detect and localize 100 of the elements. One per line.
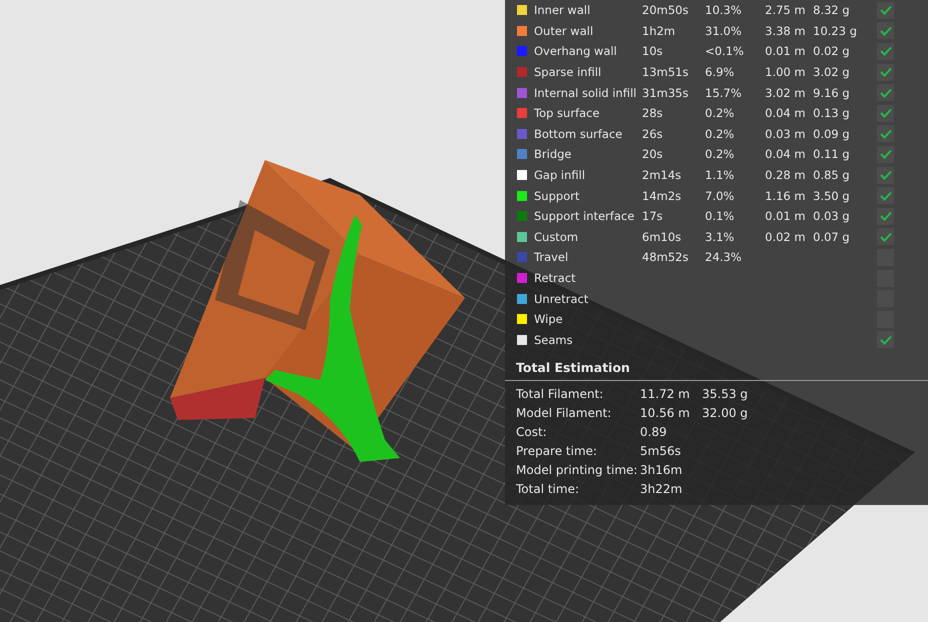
- feature-name: Gap infill: [534, 168, 586, 182]
- check-icon: [880, 170, 892, 180]
- percent-value: 0.2%: [705, 106, 736, 120]
- stat-label: Prepare time:: [516, 444, 598, 458]
- time-value: 20m50s: [642, 3, 690, 18]
- check-icon: [880, 46, 892, 56]
- weight-value: 0.09 g: [813, 126, 851, 141]
- check-icon: [880, 26, 892, 36]
- stat-label: Model printing time:: [516, 462, 639, 477]
- percent-value: 10.3%: [705, 3, 743, 18]
- visibility-checkbox[interactable]: [877, 22, 894, 40]
- stat-label: Model Filament:: [516, 406, 612, 420]
- weight-value: 0.13 g: [813, 106, 851, 120]
- weight-value: 8.32 g: [813, 3, 851, 18]
- feature-name: Support interface: [534, 209, 636, 224]
- feature-name: Outer wall: [534, 24, 594, 38]
- length-value: 2.75 m: [765, 3, 806, 18]
- stat-value: 3h16m: [640, 462, 684, 477]
- length-value: 1.16 m: [765, 188, 806, 203]
- percent-value: 0.2%: [705, 126, 736, 141]
- feature-name: Overhang wall: [534, 44, 618, 58]
- time-value: 31m35s: [642, 86, 690, 100]
- length-value: 0.02 m: [765, 230, 806, 244]
- feature-name: Internal solid infill: [534, 86, 638, 100]
- percent-value: 0.1%: [705, 209, 736, 224]
- check-icon: [880, 108, 892, 118]
- time-value: 17s: [642, 209, 664, 224]
- check-icon: [880, 88, 892, 98]
- length-value: 1.00 m: [765, 65, 806, 80]
- stat-value: 11.72 m: [640, 386, 691, 401]
- visibility-checkbox[interactable]: [877, 146, 894, 163]
- visibility-checkbox[interactable]: [877, 166, 894, 184]
- visibility-checkbox[interactable]: [877, 187, 894, 204]
- time-value: 6m10s: [642, 230, 682, 244]
- time-value: 14m2s: [642, 188, 682, 203]
- feature-name: Bottom surface: [534, 126, 624, 141]
- stat-label: Cost:: [516, 424, 548, 439]
- feature-name: Wipe: [534, 312, 564, 326]
- time-value: 1h2m: [642, 24, 676, 38]
- weight-value: 9.16 g: [813, 86, 851, 100]
- length-value: 0.01 m: [765, 44, 806, 58]
- stat-label: Total time:: [516, 482, 580, 496]
- feature-name: Unretract: [534, 292, 590, 306]
- weight-value: 3.02 g: [813, 65, 851, 80]
- time-value: 20s: [642, 147, 664, 162]
- length-value: 3.02 m: [765, 86, 806, 100]
- stat-value: 10.56 m: [640, 406, 691, 420]
- weight-value: 0.02 g: [813, 44, 851, 58]
- weight-value: 10.23 g: [813, 24, 858, 38]
- visibility-checkbox[interactable]: [877, 125, 894, 142]
- feature-name: Custom: [534, 230, 580, 244]
- time-value: 48m52s: [642, 250, 690, 264]
- feature-name: Support: [534, 188, 580, 203]
- check-icon: [880, 5, 892, 16]
- check-icon: [880, 211, 892, 222]
- weight-value: 3.50 g: [813, 188, 851, 203]
- time-value: 2m14s: [642, 168, 682, 182]
- check-icon: [880, 190, 892, 201]
- length-value: 0.04 m: [765, 106, 806, 120]
- feature-name: Bridge: [534, 147, 572, 162]
- visibility-checkbox[interactable]: [877, 331, 894, 348]
- time-value: 13m51s: [642, 65, 690, 80]
- feature-name: Top surface: [534, 106, 601, 120]
- stat-value: 0.89: [640, 424, 668, 439]
- visibility-checkbox[interactable]: [877, 104, 894, 122]
- length-value: 0.03 m: [765, 126, 806, 141]
- weight-value: 0.03 g: [813, 209, 851, 224]
- time-value: 10s: [642, 44, 664, 58]
- time-value: 26s: [642, 126, 664, 141]
- visibility-checkbox[interactable]: [877, 42, 894, 60]
- weight-value: 0.07 g: [813, 230, 851, 244]
- weight-value: 0.11 g: [813, 147, 851, 162]
- visibility-checkbox[interactable]: [877, 208, 894, 225]
- percent-value: 24.3%: [705, 250, 743, 264]
- visibility-checkbox[interactable]: [877, 2, 894, 19]
- stat-value: 3h22m: [640, 482, 684, 496]
- feature-name: Travel: [534, 250, 570, 264]
- percent-value: 1.1%: [705, 168, 736, 182]
- stat-value: 35.53 g: [702, 386, 749, 401]
- percent-value: 0.2%: [705, 147, 736, 162]
- feature-name: Seams: [534, 332, 574, 347]
- visibility-checkbox[interactable]: [877, 228, 894, 246]
- check-icon: [880, 232, 892, 242]
- check-icon: [880, 128, 892, 139]
- feature-name: Inner wall: [534, 3, 592, 18]
- percent-value: <0.1%: [705, 44, 745, 58]
- check-icon: [880, 334, 892, 345]
- feature-name: Retract: [534, 271, 577, 286]
- percent-value: 7.0%: [705, 188, 736, 203]
- check-icon: [880, 149, 892, 160]
- visibility-checkbox[interactable]: [877, 64, 894, 81]
- percent-value: 6.9%: [705, 65, 736, 80]
- feature-name: Sparse infill: [534, 65, 602, 80]
- section-title: Total Estimation: [505, 350, 928, 382]
- check-icon: [880, 67, 892, 78]
- percent-value: 31.0%: [705, 24, 743, 38]
- time-value: 28s: [642, 106, 664, 120]
- stat-label: Total Filament:: [516, 386, 604, 401]
- length-value: 0.28 m: [765, 168, 806, 182]
- visibility-checkbox[interactable]: [877, 84, 894, 102]
